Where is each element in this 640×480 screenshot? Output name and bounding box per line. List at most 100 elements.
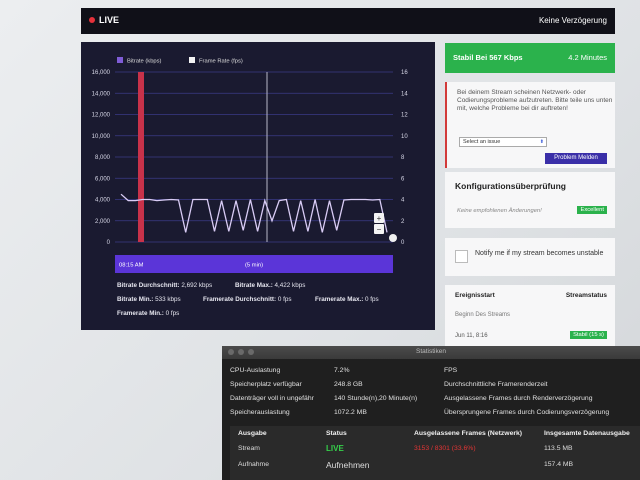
- stats-window-title: Statistiken: [416, 348, 446, 355]
- y-left-tick-label: 14,000: [92, 91, 111, 97]
- issue-report-box: Bei deinem Stream scheinen Netzwerk- ode…: [445, 82, 615, 168]
- config-check-box: Konfigurationsüberprüfung Keine empfohle…: [445, 172, 615, 228]
- y-left-tick-label: 12,000: [92, 113, 111, 119]
- issue-message: Bei deinem Stream scheinen Netzwerk- ode…: [457, 89, 613, 112]
- stat-max-framerate-value: 0 fps: [365, 296, 379, 303]
- zoom-out-label: −: [377, 225, 382, 234]
- stat-max-bitrate-label: Bitrate Max.:: [235, 282, 273, 289]
- col-output: Ausgabe: [238, 430, 267, 437]
- live-status-bar: LIVE Keine Verzögerung: [81, 8, 615, 34]
- stat-max-bitrate-value: 4,422 kbps: [274, 282, 306, 289]
- row-stream-dropped: 3153 / 8301 (33.6%): [414, 445, 476, 452]
- event-col-status: Streamstatus: [565, 292, 607, 299]
- event-col-start: Ereignisstart: [455, 292, 495, 299]
- stats-window: Statistiken CPU-Auslastung 7.2% Speicher…: [222, 346, 640, 480]
- stat-min-bitrate-label: Bitrate Min.:: [117, 296, 154, 303]
- stat-min-framerate-value: 0 fps: [165, 310, 180, 317]
- issue-select[interactable]: Select an issue ⬍: [459, 137, 547, 147]
- y-right-tick-label: 14: [401, 91, 408, 97]
- event-row-time: Jun 11, 8:16: [455, 333, 488, 339]
- y-axis-left: 16,000 14,000 12,000 10,000 8,000 6,000 4,000 2…: [92, 70, 111, 246]
- outputs-table: Ausgabe Status Ausgelassene Frames (Netz…: [230, 426, 640, 480]
- stream-status-title: Stabil Bei 567 Kbps: [453, 53, 523, 62]
- disk-full-value: 140 Stunde(n),20 Minute(n): [334, 395, 418, 402]
- chart-legend: Bitrate (kbps) Frame Rate (fps): [117, 57, 243, 65]
- notify-box: Notify me if my stream becomes unstable: [445, 238, 615, 276]
- stats-window-titlebar[interactable]: Statistiken: [222, 346, 640, 359]
- series-bitrate-line: [120, 193, 388, 233]
- row-stream-status: LIVE: [326, 444, 344, 453]
- y-right-tick-label: 16: [401, 70, 408, 76]
- row-recording-total: 157.4 MB: [544, 461, 574, 468]
- render-time-label: Durchschnittliche Framerenderzeit: [444, 381, 548, 388]
- row-recording-output: Aufnahme: [238, 461, 269, 468]
- stat-avg-framerate-value: 0 fps: [277, 296, 292, 303]
- legend-bitrate-label: Bitrate (kbps): [127, 59, 162, 65]
- config-check-message: Keine empfohlenen Änderungen!: [457, 208, 542, 214]
- live-dot-icon: [89, 17, 95, 23]
- disk-value: 248.8 GB: [334, 381, 363, 388]
- select-arrows-icon: ⬍: [539, 139, 544, 145]
- y-right-tick-label: 4: [401, 198, 405, 204]
- memory-label: Speicherauslastung: [230, 409, 290, 416]
- stat-max-bitrate: Bitrate Max.: 4,422 kbps: [235, 282, 305, 289]
- skipped-encoding-label: Übersprungene Frames durch Codierungsver…: [444, 409, 610, 416]
- y-left-tick-label: 6,000: [95, 176, 111, 182]
- stat-min-bitrate-value: 533 kbps: [155, 296, 181, 303]
- stream-status-banner: Stabil Bei 567 Kbps 4.2 Minutes: [445, 43, 615, 73]
- y-right-tick-label: 12: [401, 113, 408, 119]
- event-row-stream-start: Beginn Des Streams: [455, 312, 511, 318]
- legend-framerate-swatch: [189, 57, 195, 63]
- disconnect-marker: [138, 72, 144, 242]
- missed-render-label: Ausgelassene Frames durch Renderverzöger…: [444, 395, 593, 402]
- legend-framerate-label: Frame Rate (fps): [199, 59, 243, 65]
- col-dropped-frames: Ausgelassene Frames (Netzwerk): [414, 430, 523, 437]
- stat-min-bitrate: Bitrate Min.: 533 kbps: [117, 296, 181, 303]
- stat-avg-bitrate: Bitrate Durchschnitt: 2,692 kbps: [117, 282, 212, 289]
- issue-select-value: Select an issue: [463, 139, 501, 145]
- live-indicator: LIVE: [89, 15, 119, 25]
- notify-checkbox[interactable]: [455, 250, 468, 263]
- y-right-tick-label: 10: [401, 134, 408, 140]
- event-log: Ereignisstart Streamstatus Beginn Des St…: [445, 285, 615, 355]
- y-left-tick-label: 4,000: [95, 198, 111, 204]
- stat-avg-framerate-label: Framerate Durchschnitt:: [203, 296, 277, 303]
- stream-health-chart-panel: Bitrate (kbps) Frame Rate (fps) 16,000 14…: [81, 42, 435, 330]
- y-right-tick-label: 8: [401, 155, 405, 161]
- row-stream-output: Stream: [238, 445, 260, 452]
- range-handle-right[interactable]: [389, 234, 397, 242]
- disk-label: Speicherplatz verfügbar: [230, 381, 302, 388]
- config-check-title: Konfigurationsüberprüfung: [455, 181, 566, 191]
- event-log-header: Ereignisstart Streamstatus: [455, 292, 607, 299]
- y-left-tick-label: 16,000: [92, 70, 111, 76]
- row-stream-total: 113.5 MB: [544, 445, 573, 452]
- event-row-status-badge: Stabil (15 s): [570, 331, 607, 339]
- time-range-start: 08:15 AM: [119, 263, 144, 269]
- col-status: Status: [326, 430, 347, 437]
- y-left-tick-label: 0: [107, 240, 111, 246]
- y-right-tick-label: 0: [401, 240, 405, 246]
- cpu-label: CPU-Auslastung: [230, 367, 281, 374]
- notify-label: Notify me if my stream becomes unstable: [475, 250, 604, 257]
- y-left-tick-label: 8,000: [95, 155, 111, 161]
- stat-max-framerate: Framerate Max.: 0 fps: [315, 296, 379, 303]
- y-right-tick-label: 6: [401, 176, 405, 182]
- time-range-span: (5 min): [245, 263, 263, 269]
- time-range-scrubber[interactable]: 08:15 AM (5 min): [115, 255, 393, 273]
- cpu-value: 7.2%: [334, 367, 350, 374]
- config-rating-badge: Excellent: [577, 206, 607, 214]
- fps-label: FPS: [444, 367, 458, 374]
- y-left-tick-label: 10,000: [92, 134, 111, 140]
- stream-status-duration: 4.2 Minutes: [568, 53, 607, 62]
- stat-max-framerate-label: Framerate Max.:: [315, 296, 364, 303]
- delay-label: Keine Verzögerung: [538, 16, 607, 25]
- disk-full-label: Datenträger voll in ungefähr: [230, 395, 314, 402]
- stat-avg-framerate: Framerate Durchschnitt: 0 fps: [203, 296, 292, 303]
- y-left-tick-label: 2,000: [95, 219, 111, 225]
- zoom-in-label: +: [377, 214, 382, 223]
- stat-avg-bitrate-value: 2,692 kbps: [181, 282, 213, 289]
- report-problem-button[interactable]: Problem Melden: [545, 153, 607, 164]
- y-right-tick-label: 2: [401, 219, 405, 225]
- stat-avg-bitrate-label: Bitrate Durchschnitt:: [117, 282, 180, 289]
- stat-min-framerate: Framerate Min.: 0 fps: [117, 310, 179, 317]
